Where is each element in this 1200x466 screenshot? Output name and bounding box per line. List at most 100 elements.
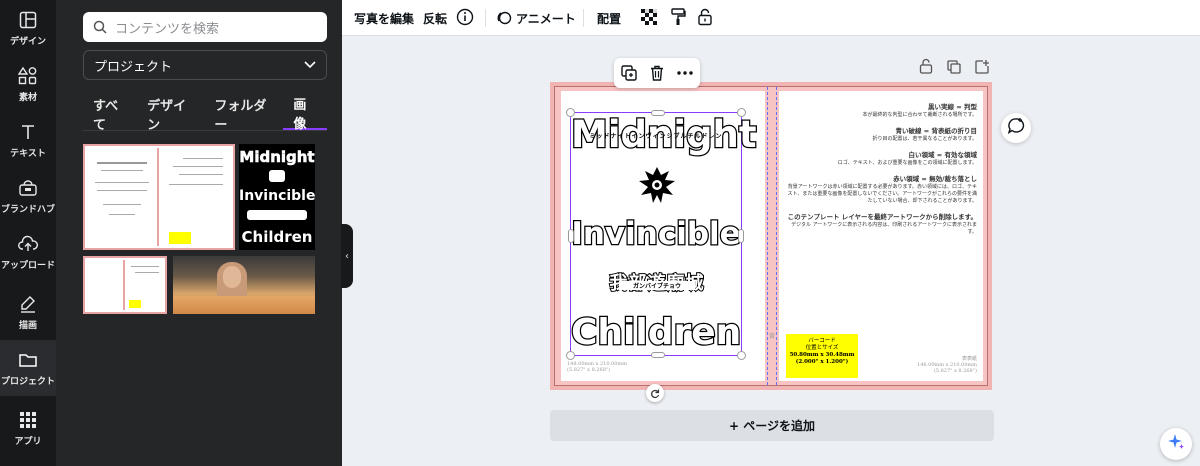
note-body: 本が最終的な判型に合わせて裁断される場所です。 [862, 112, 977, 118]
note-title: 青い破線 = 背表紙の折り目 [895, 127, 977, 135]
toolbar-divider [485, 9, 486, 27]
add-page-button[interactable]: + ページを追加 [550, 410, 994, 441]
lock-icon [697, 8, 713, 29]
info-button[interactable] [456, 0, 474, 36]
note-title: 白い領域 = 有効な領域 [908, 151, 977, 159]
selected-image[interactable]: Midnight ミッドナイトインヴィンシブルチルドレン Invincible … [566, 108, 758, 360]
animate-label: アニメート [516, 11, 576, 26]
nav-label: テキスト [10, 149, 46, 159]
barcode-area: バーコード 位置とサイズ 50.80mm x 30.48mm (2.000" x… [786, 334, 858, 378]
barcode-size: 50.80mm x 30.48mm [789, 352, 855, 358]
info-icon [456, 8, 474, 29]
projects-panel: コンテンツを検索 プロジェクト すべて デザイン フォルダー 画像 Midnig… [56, 0, 342, 466]
project-select[interactable]: プロジェクト [83, 50, 327, 80]
nav-apps[interactable]: アプリ [0, 400, 56, 456]
note-body: 背景アートワークは赤い領域に配置する必要があります。赤い領域には、ロゴ、テキスト… [787, 184, 977, 204]
animate-icon [496, 10, 512, 26]
spine: 背 [765, 87, 779, 385]
transparency-icon [641, 8, 657, 28]
flip-button[interactable]: 反転 [423, 0, 447, 36]
spine-label: 背 [769, 333, 776, 340]
tab-folder[interactable]: フォルダー [204, 98, 283, 133]
nav-brand[interactable]: ブランドハブ [0, 168, 56, 224]
search-input[interactable]: コンテンツを検索 [83, 12, 327, 42]
note-title: このテンプレート レイヤーを最終アートワークから削除します。 [787, 213, 977, 221]
transparency-button[interactable] [641, 0, 657, 36]
template-notes: 黒い実線 = 判型 本が最終的な判型に合わせて裁断される場所です。 青い破線 =… [787, 101, 977, 235]
image-thumbnail[interactable] [83, 256, 167, 314]
note-body: デジタル アートワークに表示される内容は、印刷されるアートワークに表示されます。 [791, 222, 977, 235]
upload-icon [17, 233, 39, 255]
folder-icon [17, 349, 39, 371]
tab-design[interactable]: デザイン [137, 98, 204, 133]
nav-label: 素材 [18, 93, 37, 103]
resize-handle[interactable] [568, 229, 574, 243]
sparkle-icon [1166, 432, 1186, 456]
chevron-left-icon: ‹ [345, 250, 349, 262]
nav-label: アプリ [14, 437, 42, 447]
nav-design[interactable]: デザイン [0, 0, 56, 56]
tab-divider [83, 130, 327, 131]
kanji-subtitle: ガンバイブチョウ [619, 281, 695, 290]
element-toolbar [614, 58, 700, 88]
resize-handle[interactable] [566, 351, 575, 360]
tab-images[interactable]: 画像 [283, 98, 328, 132]
photo-thumbnail[interactable] [173, 256, 315, 314]
panel-collapse-handle[interactable]: ‹ [341, 224, 353, 288]
page-duplicate-button[interactable] [942, 56, 966, 80]
nav-elements[interactable]: 素材 [0, 56, 56, 112]
search-placeholder: コンテンツを検索 [115, 21, 220, 37]
chevron-down-icon [304, 61, 316, 69]
layout-icon [17, 9, 39, 31]
search-icon [93, 20, 107, 34]
resize-handle[interactable] [737, 108, 746, 117]
page-add-button[interactable] [970, 56, 994, 80]
more-icon[interactable] [677, 71, 694, 75]
duplicate-icon [947, 59, 961, 78]
comment-plus-icon [1007, 117, 1025, 139]
nav-text[interactable]: テキスト [0, 112, 56, 168]
nav-projects[interactable]: プロジェクト [0, 340, 56, 396]
cover-word: Invincible [570, 216, 742, 253]
add-comment-button[interactable] [1001, 113, 1031, 143]
image-thumbnail[interactable]: Midnight Invincible Children [239, 144, 315, 250]
trash-icon[interactable] [650, 65, 664, 81]
barcode-inch: (2.000" x 1.200") [795, 359, 849, 365]
cover-word: Children [570, 311, 743, 354]
nav-upload[interactable]: アップロード [0, 224, 56, 280]
edit-photo-button[interactable]: 写真を編集 [354, 0, 414, 36]
nav-draw[interactable]: 描画 [0, 284, 56, 340]
page-lock-button[interactable] [914, 56, 938, 80]
style-paint-button[interactable] [670, 0, 686, 36]
lock-button[interactable] [697, 0, 713, 36]
resize-handle[interactable] [738, 229, 744, 243]
nav-label: ブランドハブ [0, 205, 55, 215]
brand-icon [17, 177, 39, 199]
paint-roller-icon [670, 7, 686, 29]
draw-icon [17, 293, 39, 315]
tab-all[interactable]: すべて [83, 98, 137, 133]
barcode-label: バーコード [808, 338, 836, 344]
rotate-handle[interactable] [646, 384, 664, 402]
resize-handle[interactable] [566, 108, 575, 117]
ornament-icon [635, 165, 679, 209]
duplicate-icon[interactable] [620, 65, 637, 81]
position-button[interactable]: 配置 [597, 0, 621, 36]
note-body: 折り目の配置は、若干異なることがあります。 [872, 136, 977, 142]
nav-label: プロジェクト [0, 377, 55, 387]
nav-label: アップロード [0, 261, 55, 271]
apps-icon [17, 409, 39, 431]
resize-handle[interactable] [651, 352, 665, 358]
back-size-text: 148.00mm x 210.00mm (5.827" x 8.268") [567, 361, 627, 373]
resize-handle[interactable] [737, 351, 746, 360]
animate-button[interactable]: アニメート [496, 0, 576, 36]
image-thumbnail[interactable] [83, 144, 235, 250]
add-page-icon [975, 59, 989, 78]
note-title: 黒い実線 = 判型 [928, 103, 977, 111]
magic-assistant-button[interactable] [1160, 428, 1192, 460]
front-size-text: 表表紙 148.00mm x 210.00mm (5.827" x 8.268"… [917, 356, 977, 374]
nav-label: 描画 [18, 321, 37, 331]
note-body: ロゴ、テキスト、および重要な画像をこの領域に配置します。 [837, 160, 977, 166]
resize-handle[interactable] [651, 110, 665, 116]
panel-tabs: すべて デザイン フォルダー 画像 [83, 98, 328, 133]
